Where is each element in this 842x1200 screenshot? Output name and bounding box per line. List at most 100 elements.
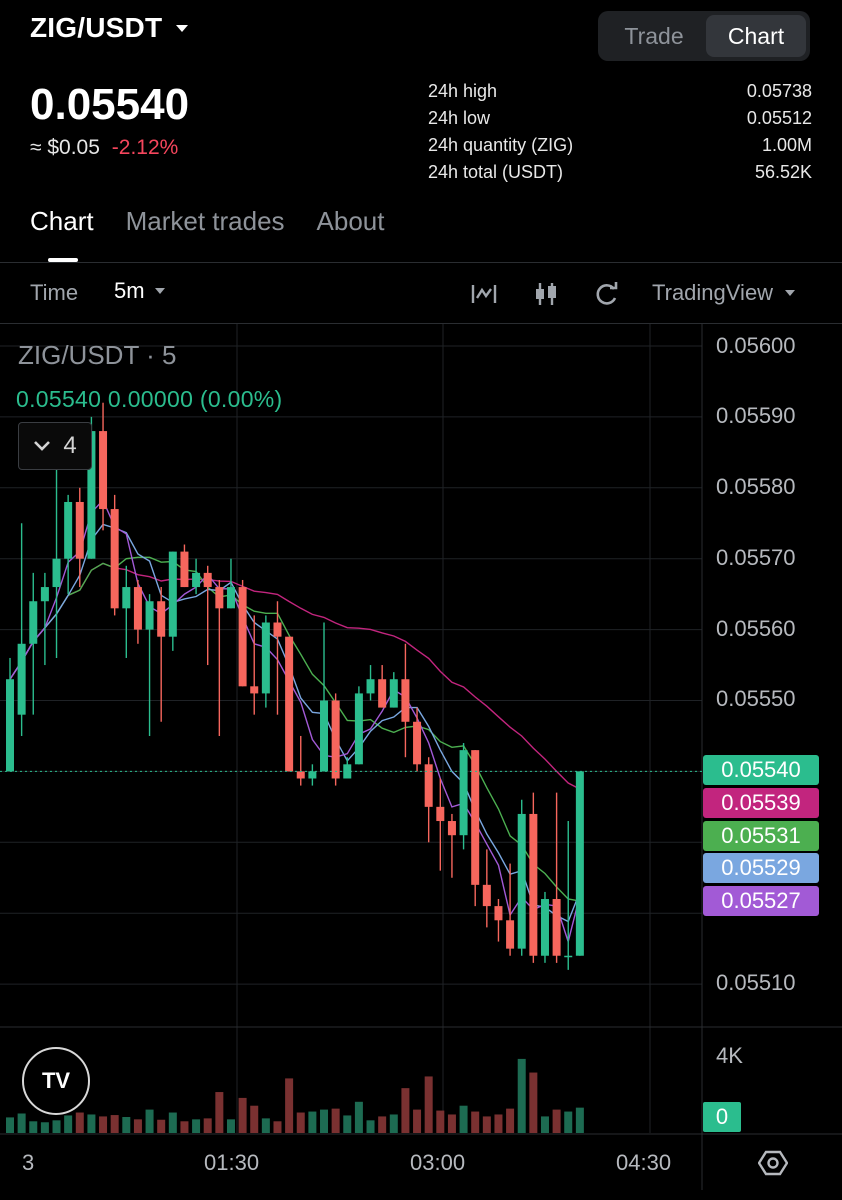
- volume-bar: [401, 1088, 410, 1133]
- price-axis-label: 0.05590: [716, 403, 796, 428]
- indicator-icon[interactable]: [470, 280, 498, 308]
- volume-bar: [285, 1078, 294, 1133]
- tradingview-logo-text: TV: [41, 1068, 71, 1093]
- candle-body: [320, 700, 329, 772]
- provider-selector[interactable]: TradingView: [652, 280, 796, 306]
- volume-bar: [506, 1108, 515, 1133]
- candles-icon[interactable]: [532, 280, 560, 308]
- volume-bar: [378, 1116, 387, 1133]
- candle-body: [494, 906, 503, 921]
- volume-bar: [75, 1112, 84, 1133]
- volume-bar: [273, 1121, 282, 1133]
- ma-price-tag: 0.05531: [703, 821, 819, 851]
- tab-chart[interactable]: Chart: [30, 206, 94, 237]
- volume-bar: [110, 1115, 119, 1133]
- time-axis-label: 3: [22, 1150, 35, 1175]
- stat-value: 0.05512: [746, 108, 812, 128]
- tab-market-trades[interactable]: Market trades: [126, 206, 285, 237]
- chevron-down-icon: [34, 441, 51, 451]
- refresh-icon[interactable]: [593, 280, 621, 308]
- candle-body: [157, 601, 166, 637]
- candle-body: [52, 558, 61, 588]
- stat-row: 24h low 0.05512: [428, 105, 812, 132]
- candle-body: [308, 771, 317, 779]
- price-axis-label: 0.05560: [716, 616, 796, 641]
- ma-line-mid: [9, 556, 581, 902]
- candle-body: [133, 587, 142, 630]
- candle-body: [575, 771, 584, 956]
- candle-body: [401, 679, 410, 722]
- candle-body: [238, 587, 247, 687]
- volume-bar: [261, 1118, 270, 1133]
- ma-price-tag: 0.05527: [703, 886, 819, 916]
- volume-bar: [157, 1119, 166, 1133]
- interval-selector[interactable]: 5m: [114, 278, 165, 304]
- candle-body: [413, 721, 422, 765]
- tradingview-logo[interactable]: TV: [22, 1047, 90, 1115]
- volume-bar: [122, 1117, 131, 1133]
- divider: [0, 262, 842, 263]
- last-price: 0.05540: [30, 80, 190, 129]
- candle-body: [145, 601, 154, 630]
- tab-bar: Chart Market trades About: [30, 206, 384, 237]
- tab-about[interactable]: About: [317, 206, 385, 237]
- ma-line-short: [9, 523, 581, 923]
- volume-bar: [517, 1058, 526, 1133]
- indicators-collapse-button[interactable]: 4: [18, 422, 92, 470]
- volume-bar: [87, 1114, 96, 1133]
- candle-body: [215, 587, 224, 609]
- candle-body: [506, 920, 515, 949]
- volume-bar: [447, 1114, 456, 1133]
- volume-bar: [226, 1119, 235, 1133]
- settings-icon[interactable]: [757, 1148, 789, 1178]
- candle-body: [540, 899, 549, 956]
- volume-bar: [215, 1092, 224, 1133]
- pair-selector[interactable]: ZIG/USDT: [30, 12, 189, 44]
- candle-body: [250, 686, 259, 694]
- volume-bar: [436, 1110, 445, 1133]
- toggle-chart-button[interactable]: Chart: [706, 15, 806, 57]
- candle-body: [285, 636, 294, 772]
- volume-bar: [552, 1109, 561, 1133]
- candle-body: [517, 813, 526, 949]
- volume-bar: [250, 1105, 259, 1133]
- volume-bar: [308, 1111, 317, 1133]
- candle-body: [99, 431, 108, 510]
- chevron-down-icon: [154, 288, 165, 294]
- candle-body: [389, 679, 398, 708]
- last-price-tag: 0.05540: [703, 755, 819, 785]
- candle-body: [122, 587, 131, 609]
- chart-legend-values: 0.05540 0.00000 (0.00%): [16, 386, 283, 412]
- stat-label: 24h quantity (ZIG): [428, 135, 574, 155]
- volume-bar: [331, 1108, 340, 1133]
- provider-label: TradingView: [652, 280, 774, 305]
- candle-body: [424, 764, 433, 807]
- volume-bar: [99, 1116, 108, 1133]
- candle-body: [40, 587, 49, 602]
- time-axis-label: 03:00: [410, 1150, 466, 1175]
- candle-body: [529, 813, 538, 956]
- volume-bar: [459, 1105, 468, 1133]
- price-axis-label: 0.05570: [716, 545, 796, 570]
- candle-body: [447, 821, 456, 836]
- stat-label: 24h total (USDT): [428, 162, 564, 182]
- volume-bar: [133, 1119, 142, 1133]
- candle-body: [296, 771, 305, 779]
- stat-value: 1.00M: [761, 135, 812, 155]
- volume-bar: [180, 1121, 189, 1133]
- toggle-trade-button[interactable]: Trade: [604, 15, 704, 57]
- approx-usd: ≈ $0.05: [30, 136, 100, 159]
- time-label: Time: [30, 280, 79, 305]
- volume-bar: [366, 1120, 375, 1133]
- candle-body: [436, 806, 445, 822]
- volume-bar: [29, 1121, 38, 1133]
- interval-value: 5m: [114, 278, 145, 303]
- chevron-down-icon: [785, 290, 796, 296]
- volume-axis-label: 4K: [716, 1043, 743, 1068]
- volume-bar: [413, 1109, 422, 1133]
- candle-body: [168, 551, 177, 637]
- volume-bar: [6, 1117, 14, 1133]
- volume-bar: [540, 1116, 549, 1133]
- candle-body: [261, 622, 270, 694]
- volume-bar: [354, 1101, 363, 1133]
